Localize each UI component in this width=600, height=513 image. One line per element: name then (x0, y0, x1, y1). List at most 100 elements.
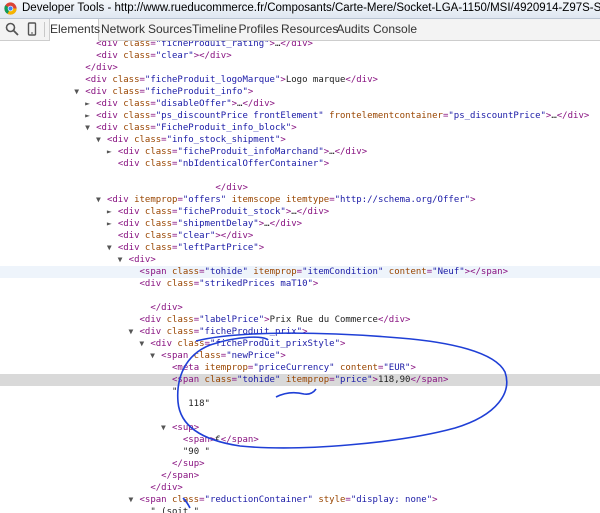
dom-node[interactable]: <div class="nbIdenticalOfferContainer"> (0, 158, 600, 170)
dom-node-selected[interactable]: <span class="tohide" itemprop="price">11… (0, 374, 600, 386)
dom-node[interactable]: ▼ <sup> (0, 422, 600, 434)
dom-node-text: <sup> (172, 423, 200, 433)
window-title: Developer Tools - http://www.rueducommer… (22, 2, 600, 14)
dom-node[interactable] (0, 410, 600, 422)
dom-node-text: <div class="ficheProduit_stock">…</div> (117, 207, 330, 217)
tab-sources[interactable]: Sources (148, 19, 192, 40)
dom-node[interactable]: </div> (0, 302, 600, 314)
chrome-icon (4, 2, 17, 15)
dom-node[interactable]: ▼ <span class="newPrice"> (0, 350, 600, 362)
expand-triangle-icon[interactable]: ▼ (74, 86, 79, 98)
dom-node-text: <div class="ficheProduit_info"> (85, 87, 254, 97)
dom-node-text: <span class="reductionContainer" style="… (139, 495, 438, 505)
dom-node-text: <div class="ficheProduit_logoMarque">Log… (85, 75, 378, 85)
dom-node[interactable]: ▼ <div class="ficheProduit_prix"> (0, 326, 600, 338)
dom-node-text: </div> (215, 183, 248, 193)
dom-node-text: <div class="clear"></div> (117, 231, 254, 241)
expand-triangle-icon[interactable]: ▼ (129, 494, 134, 506)
expand-triangle-icon[interactable]: ▼ (129, 326, 134, 338)
dom-node[interactable]: <div class="clear"></div> (0, 230, 600, 242)
dom-node[interactable]: ▼ <div class="leftPartPrice"> (0, 242, 600, 254)
dom-node[interactable] (0, 290, 600, 302)
dom-node-text: <div class="info_stock_shipment"> (106, 135, 286, 145)
dom-node[interactable]: </span> (0, 470, 600, 482)
dom-node[interactable]: ▼ <span class="reductionContainer" style=… (0, 494, 600, 506)
expand-triangle-icon[interactable]: ▼ (139, 338, 144, 350)
tab-audits[interactable]: Audits (335, 19, 371, 40)
elements-dom-tree: <div class="ficheProduit_rating">…</div>… (0, 41, 600, 513)
dom-node[interactable]: ▼ <div class="ficheProduit_prixStyle"> (0, 338, 600, 350)
dom-node-text: </span> (161, 471, 200, 481)
collapse-triangle-icon[interactable]: ► (85, 110, 90, 122)
dom-node[interactable] (0, 170, 600, 182)
dom-node[interactable]: ► <div class="ps_discountPrice frontEleme… (0, 110, 600, 122)
dom-node-text: <div class="labelPrice">Prix Rue du Comm… (139, 315, 411, 325)
dom-node[interactable]: ► <div class="disableOffer">…</div> (0, 98, 600, 110)
dom-node[interactable]: <div class="strikedPrices maT10"> (0, 278, 600, 290)
tab-elements[interactable]: Elements (49, 19, 100, 41)
dom-node[interactable]: ▼ <div class="info_stock_shipment"> (0, 134, 600, 146)
dom-node[interactable]: ▼ <div itemprop="offers" itemscope itemty… (0, 194, 600, 206)
expand-triangle-icon[interactable]: ▼ (85, 122, 90, 134)
inspect-search-icon[interactable] (5, 22, 19, 36)
tab-console[interactable]: Console (373, 19, 417, 40)
dom-node[interactable]: ► <div class="ficheProduit_infoMarchand">… (0, 146, 600, 158)
dom-node-text: <span>€</span> (182, 435, 259, 445)
dom-node-text: <div class="ficheProduit_rating">…</div> (96, 41, 313, 49)
dom-node-text: " (172, 387, 178, 397)
dom-node[interactable]: </sup> (0, 458, 600, 470)
toolbar-separator (44, 22, 45, 37)
dom-node-text: <div itemprop="offers" itemscope itemtyp… (106, 195, 476, 205)
expand-triangle-icon[interactable]: ▼ (96, 194, 101, 206)
collapse-triangle-icon[interactable]: ► (85, 98, 90, 110)
dom-node-text: </sup> (172, 459, 205, 469)
dom-node-text: " (soit " (150, 507, 200, 513)
dom-node-text: <div class="ficheProduit_prix"> (139, 327, 308, 337)
dom-node[interactable]: "90 " (0, 446, 600, 458)
dom-node[interactable]: <div class="clear"></div> (0, 50, 600, 62)
dom-node[interactable]: <div class="ficheProduit_logoMarque">Log… (0, 74, 600, 86)
dom-node[interactable]: </div> (0, 62, 600, 74)
dom-node-text: <div class="strikedPrices maT10"> (139, 279, 319, 289)
dom-node-text: "90 " (182, 447, 210, 457)
expand-triangle-icon[interactable]: ▼ (150, 350, 155, 362)
dom-node-text: <div class="ficheProduit_prixStyle"> (150, 339, 346, 349)
expand-triangle-icon[interactable]: ▼ (118, 254, 123, 266)
expand-triangle-icon[interactable]: ▼ (161, 422, 166, 434)
dom-node[interactable]: ► <div class="ficheProduit_stock">…</div> (0, 206, 600, 218)
dom-node-text: </div> (150, 303, 183, 313)
dom-node-text: <div class="shipmentDelay">…</div> (117, 219, 303, 229)
dom-node-text: </div> (85, 63, 118, 73)
dom-node-text: </div> (150, 483, 183, 493)
dom-node-text: <div class="leftPartPrice"> (117, 243, 265, 253)
expand-triangle-icon[interactable]: ▼ (96, 134, 101, 146)
dom-node[interactable]: " (soit " (0, 506, 600, 513)
tab-network[interactable]: Network (100, 19, 146, 40)
tab-timeline[interactable]: Timeline (192, 19, 237, 40)
dom-node-text: <div class="disableOffer">…</div> (96, 99, 275, 109)
dom-node[interactable]: <span class="tohide" itemprop="itemCondi… (0, 266, 600, 278)
devtools-toolbar: Elements Network Sources Timeline Profiles Re… (0, 19, 600, 41)
tab-profiles[interactable]: Profiles (238, 19, 279, 40)
dom-node-text: 118" (188, 399, 210, 409)
dom-node[interactable]: 118" (0, 398, 600, 410)
tab-resources[interactable]: Resources (281, 19, 338, 40)
dom-node[interactable]: ▼ <div class="ficheProduit_info"> (0, 86, 600, 98)
device-mode-icon[interactable] (25, 22, 39, 36)
dom-node[interactable]: ▼ <div> (0, 254, 600, 266)
dom-node[interactable]: <div class="ficheProduit_rating">…</div> (0, 41, 600, 50)
dom-node[interactable]: <span>€</span> (0, 434, 600, 446)
dom-node[interactable]: ▼ <div class="FicheProduit_info_block"> (0, 122, 600, 134)
collapse-triangle-icon[interactable]: ► (107, 146, 112, 158)
dom-node[interactable]: <meta itemprop="priceCurrency" content="… (0, 362, 600, 374)
dom-node-text: <div class="ficheProduit_infoMarchand">…… (117, 147, 368, 157)
collapse-triangle-icon[interactable]: ► (107, 206, 112, 218)
dom-node[interactable]: </div> (0, 182, 600, 194)
collapse-triangle-icon[interactable]: ► (107, 218, 112, 230)
expand-triangle-icon[interactable]: ▼ (107, 242, 112, 254)
dom-node[interactable]: ► <div class="shipmentDelay">…</div> (0, 218, 600, 230)
dom-node[interactable]: <div class="labelPrice">Prix Rue du Comm… (0, 314, 600, 326)
dom-node[interactable]: " (0, 386, 600, 398)
dom-node-text: <meta itemprop="priceCurrency" content="… (172, 363, 416, 373)
dom-node[interactable]: </div> (0, 482, 600, 494)
